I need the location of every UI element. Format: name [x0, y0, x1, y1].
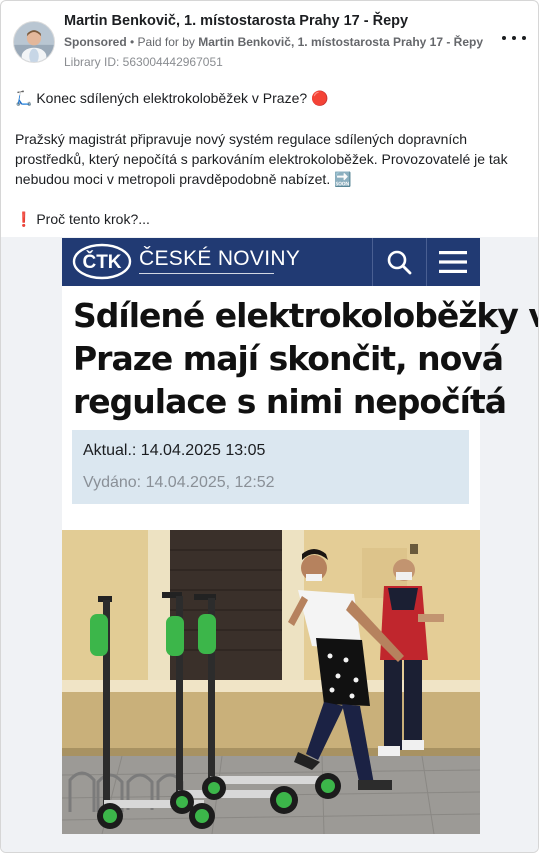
hamburger-menu-icon: [439, 251, 467, 273]
headline-line: regulace s nimi nepočítá: [73, 382, 507, 421]
ctk-logo: ČTK: [72, 243, 132, 280]
post-author-name[interactable]: Martin Benkovič, 1. místostarosta Prahy …: [64, 13, 408, 29]
updated-date: Aktual.: 14.04.2025 13:05: [83, 442, 266, 459]
library-id: Library ID: 563004442967051: [64, 55, 223, 69]
ctk-brand-name: ČESKÉ NOVINY: [139, 247, 301, 270]
article-headline[interactable]: Sdílené elektrokoloběžky v Praze mají sk…: [73, 294, 539, 423]
menu-button[interactable]: [426, 238, 480, 286]
more-options-icon[interactable]: [502, 31, 526, 45]
article-dates-box: Aktual.: 14.04.2025 13:05 Vydáno: 14.04.…: [72, 430, 469, 504]
article-photo: [62, 530, 480, 834]
post-text-line-4: nebudou moci v metropoli pravděpodobně n…: [15, 171, 352, 187]
post-header: Martin Benkovič, 1. místostarosta Prahy …: [13, 13, 528, 69]
ctk-header-bar: ČTK ČESKÉ NOVINY: [62, 238, 480, 286]
article-screenshot[interactable]: ČTK ČESKÉ NOVINY Sdílené elektrokoloběžk…: [62, 238, 539, 834]
published-date: Vydáno: 14.04.2025, 12:52: [83, 474, 275, 491]
post-see-more-line[interactable]: ❗ Proč tento krok?...: [15, 209, 150, 229]
search-button[interactable]: [372, 238, 426, 286]
post-text-line-1: 🛴 Konec sdílených elektrokoloběžek v Pra…: [15, 90, 329, 106]
headline-line: Sdílené elektrokoloběžky v: [73, 296, 539, 335]
brand-underline: [139, 273, 274, 274]
sponsored-label: Sponsored: [64, 35, 127, 49]
author-avatar[interactable]: [13, 21, 55, 63]
search-icon: [387, 250, 412, 275]
post-text-line-3: prostředků, který nepočítá s parkováním …: [15, 151, 508, 167]
paid-for-prefix: • Paid for by: [126, 35, 199, 49]
headline-line: Praze mají skončit, nová: [73, 339, 504, 378]
post-text-line-2: Pražský magistrát připravuje nový systém…: [15, 131, 468, 147]
sponsored-post-card: Martin Benkovič, 1. místostarosta Prahy …: [0, 0, 539, 853]
sponsored-meta: Sponsored • Paid for by Martin Benkovič,…: [64, 35, 483, 49]
ctk-logo-text: ČTK: [82, 251, 121, 273]
paid-for-name[interactable]: Martin Benkovič, 1. místostarosta Prahy …: [198, 35, 483, 49]
